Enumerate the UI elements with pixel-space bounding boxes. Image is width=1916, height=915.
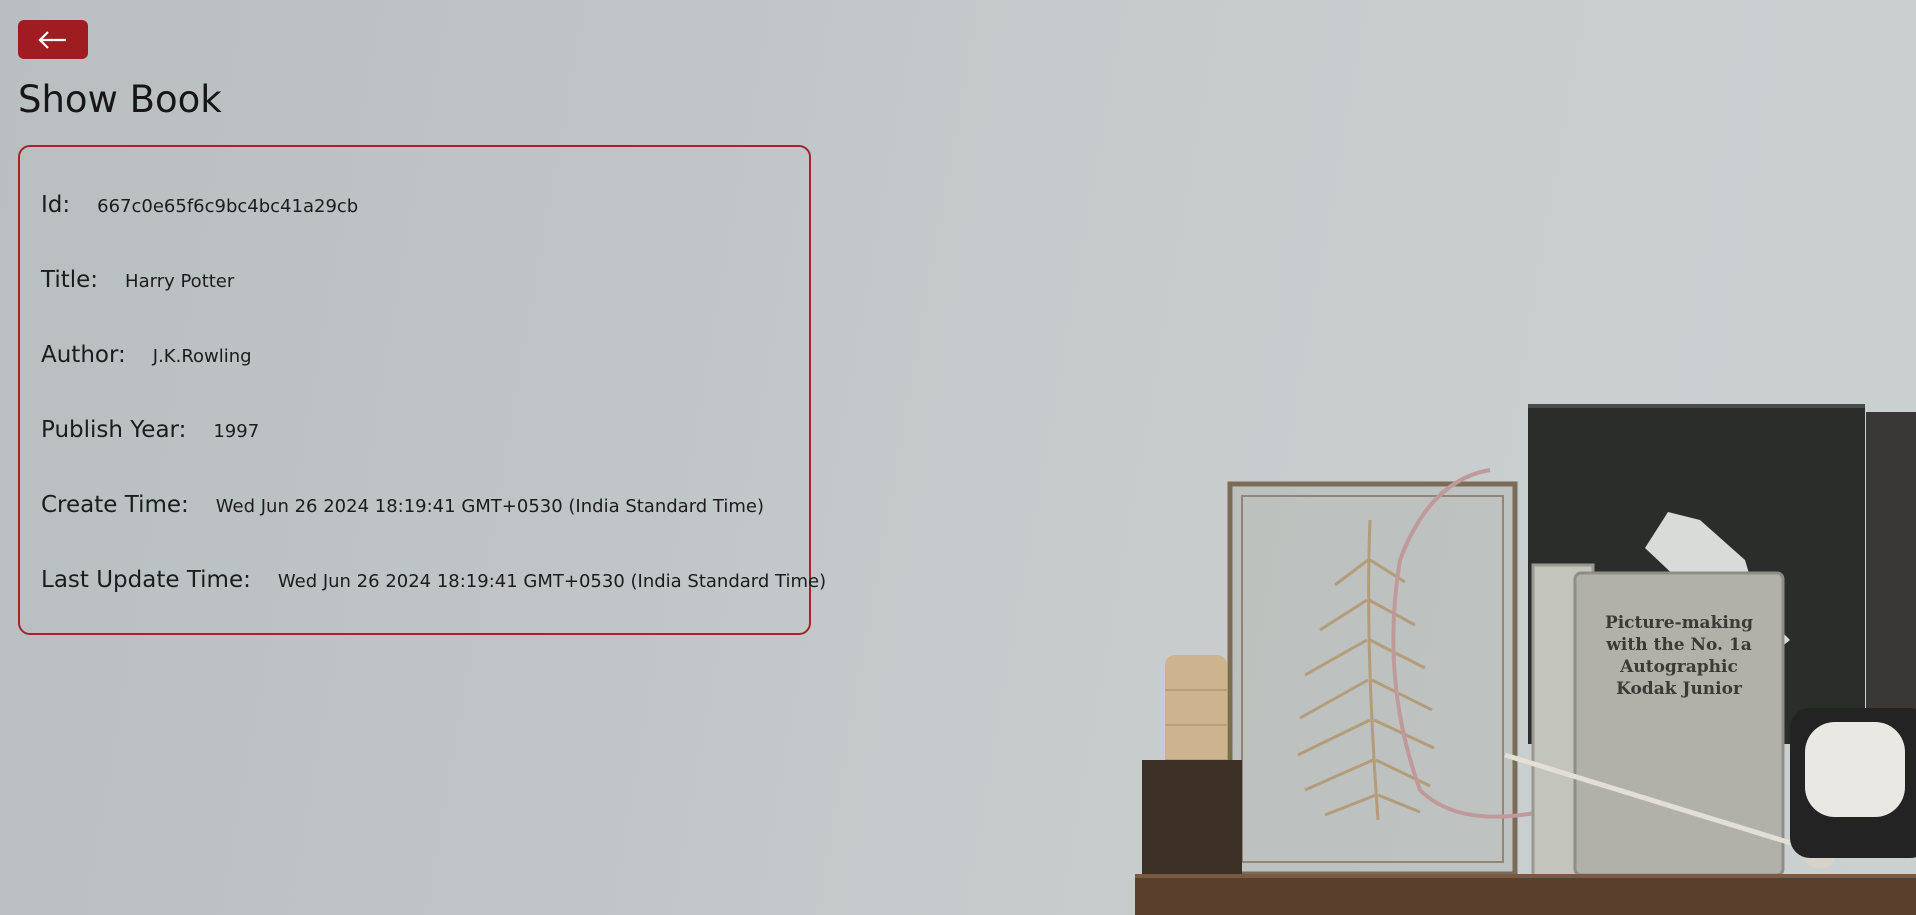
book-id-value: 667c0e65f6c9bc4bc41a29cb <box>97 196 359 217</box>
book-create-time-row: Create Time: Wed Jun 26 2024 18:19:41 GM… <box>41 492 764 518</box>
dark-frame-edge <box>1528 404 1865 408</box>
book-title-row: Title: Harry Potter <box>41 267 234 293</box>
book-publish-year-value: 1997 <box>213 421 260 442</box>
book-author-value: J.K.Rowling <box>152 346 252 367</box>
shelf <box>1135 874 1916 915</box>
book-details-card: Id: 667c0e65f6c9bc4bc41a29cb Title: Harr… <box>18 145 826 635</box>
book-author-label: Author: <box>41 342 126 368</box>
book-create-time-value: Wed Jun 26 2024 18:19:41 GMT+0530 (India… <box>215 496 764 517</box>
booklet-line-1: Picture-making <box>1605 613 1753 633</box>
page-title: Show Book <box>18 78 222 121</box>
book-title-label: Title: <box>41 267 99 293</box>
book-id-label: Id: <box>41 192 71 218</box>
book-author-row: Author: J.K.Rowling <box>41 342 252 368</box>
book-update-time-row: Last Update Time: Wed Jun 26 2024 18:19:… <box>41 567 826 593</box>
booklet-line-2: with the No. 1a <box>1605 635 1751 655</box>
book-create-time-label: Create Time: <box>41 492 189 518</box>
booklet-line-3: Autographic <box>1619 657 1738 677</box>
book-update-time-label: Last Update Time: <box>41 567 251 593</box>
shelf-top-edge <box>1135 874 1916 878</box>
shelf-back <box>1142 760 1242 880</box>
book-id-row: Id: 667c0e65f6c9bc4bc41a29cb <box>41 192 358 218</box>
back-button[interactable] <box>18 20 88 59</box>
booklet-line-4: Kodak Junior <box>1616 679 1743 699</box>
gauge-face <box>1805 722 1905 817</box>
book-publish-year-label: Publish Year: <box>41 417 187 443</box>
arrow-left-icon <box>38 30 66 49</box>
book-title-value: Harry Potter <box>125 271 235 292</box>
book-update-time-value: Wed Jun 26 2024 18:19:41 GMT+0530 (India… <box>277 571 827 592</box>
book-publish-year-row: Publish Year: 1997 <box>41 417 259 443</box>
